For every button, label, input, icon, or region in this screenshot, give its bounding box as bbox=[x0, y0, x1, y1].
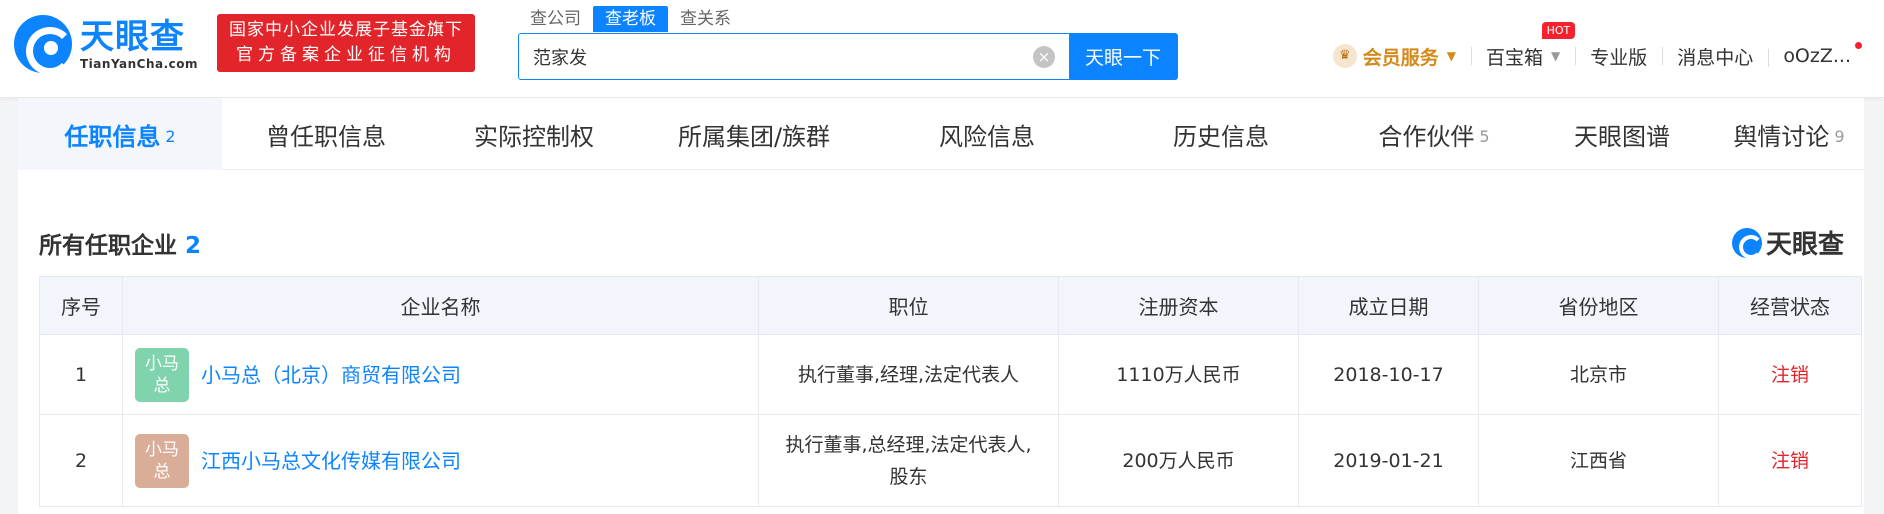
company-link[interactable]: 小马总（北京）商贸有限公司 bbox=[201, 359, 461, 391]
avatar-text: 总 bbox=[153, 461, 171, 482]
pro-version-link[interactable]: 专业版 bbox=[1575, 43, 1662, 70]
founded-date-cell: 2019-01-21 bbox=[1298, 414, 1479, 507]
position-cell: 执行董事,总经理,法定代表人, 股东 bbox=[758, 414, 1059, 507]
logo-cn: 天眼查 bbox=[80, 17, 185, 57]
tab-label: 历史信息 bbox=[1173, 122, 1269, 151]
caret-down-icon: ▼ bbox=[1551, 49, 1561, 63]
status-cell: 注销 bbox=[1718, 334, 1862, 415]
search-type-tabs: 查公司 查老板 查关系 bbox=[518, 6, 743, 32]
top-nav: ♛ 会员服务 ▼ 百宝箱 ▼ HOT 专业版 消息中心 oOzZ... bbox=[1318, 21, 1866, 88]
notification-dot-icon bbox=[1855, 42, 1862, 49]
user-menu[interactable]: oOzZ... bbox=[1768, 42, 1866, 67]
table-header-row: 序号 企业名称 职位 注册资本 成立日期 省份地区 经营状态 bbox=[39, 276, 1862, 335]
gov-badge-line1: 国家中小企业发展子基金旗下 bbox=[229, 20, 463, 40]
status-cell: 注销 bbox=[1718, 414, 1862, 507]
vip-service-label: 会员服务 bbox=[1362, 46, 1439, 69]
positions-table: 序号 企业名称 职位 注册资本 成立日期 省份地区 经营状态 1 小马 总 小马… bbox=[39, 276, 1862, 507]
section-title-text: 所有任职企业 bbox=[39, 233, 177, 259]
column-header: 序号 bbox=[39, 276, 123, 335]
tab-count: 2 bbox=[165, 126, 176, 146]
table-row: 1 小马 总 小马总（北京）商贸有限公司 执行董事,经理,法定代表人 1110万… bbox=[39, 334, 1862, 415]
company-link[interactable]: 江西小马总文化传媒有限公司 bbox=[201, 445, 461, 477]
watermark-logo: 天眼查 bbox=[1731, 224, 1844, 261]
column-header: 成立日期 bbox=[1298, 276, 1479, 335]
region-cell: 北京市 bbox=[1478, 334, 1719, 415]
position-cell: 执行董事,经理,法定代表人 bbox=[758, 334, 1059, 415]
gov-badge[interactable]: 国家中小企业发展子基金旗下 官方备案企业征信机构 bbox=[217, 14, 475, 72]
tab-label: 曾任职信息 bbox=[266, 122, 386, 151]
avatar-text: 总 bbox=[153, 375, 171, 396]
row-index: 1 bbox=[39, 334, 123, 415]
capital-cell: 200万人民币 bbox=[1058, 414, 1299, 507]
capital-cell: 1110万人民币 bbox=[1058, 334, 1299, 415]
watermark-text: 天眼查 bbox=[1765, 230, 1844, 260]
tab-risk[interactable]: 风险信息 bbox=[870, 98, 1104, 170]
tab-label: 天眼图谱 bbox=[1574, 122, 1670, 151]
eye-logo-icon bbox=[1731, 227, 1763, 259]
avatar-text: 小马 bbox=[145, 439, 179, 460]
column-header: 经营状态 bbox=[1718, 276, 1862, 335]
tab-count: 9 bbox=[1834, 126, 1845, 146]
search-box: × 天眼一下 bbox=[518, 33, 1178, 80]
tab-history[interactable]: 历史信息 bbox=[1104, 98, 1338, 170]
content-panel: 所有任职企业 2 天眼查 序号 企业名称 职位 注册资本 成立日期 省份地区 经营… bbox=[18, 170, 1864, 514]
section-title: 所有任职企业 2 bbox=[39, 226, 201, 260]
clear-icon[interactable]: × bbox=[1033, 46, 1055, 68]
tab-label: 所属集团/族群 bbox=[677, 122, 831, 151]
tab-label: 任职信息 bbox=[64, 122, 161, 151]
tab-count: 5 bbox=[1479, 126, 1490, 146]
user-name: oOzZ... bbox=[1783, 45, 1851, 67]
vip-service-menu[interactable]: ♛ 会员服务 ▼ bbox=[1318, 43, 1471, 70]
table-row: 2 小马 总 江西小马总文化传媒有限公司 执行董事,总经理,法定代表人, 股东 … bbox=[39, 414, 1862, 507]
search-tab-company[interactable]: 查公司 bbox=[518, 6, 593, 32]
search-tab-relation[interactable]: 查关系 bbox=[668, 6, 743, 32]
company-name-cell: 小马 总 小马总（北京）商贸有限公司 bbox=[122, 334, 759, 415]
tab-label: 风险信息 bbox=[939, 122, 1035, 151]
top-header: 天眼查 TianYanCha.com 国家中小企业发展子基金旗下 官方备案企业征… bbox=[0, 0, 1884, 98]
logo-en: TianYanCha.com bbox=[80, 57, 199, 71]
tianyancha-logo[interactable]: 天眼查 TianYanCha.com bbox=[14, 14, 204, 75]
position-line: 股东 bbox=[889, 465, 928, 488]
gov-badge-line2: 官方备案企业征信机构 bbox=[236, 45, 456, 65]
company-avatar[interactable]: 小马 总 bbox=[135, 433, 189, 488]
hot-badge: HOT bbox=[1541, 21, 1576, 39]
company-name-cell: 小马 总 江西小马总文化传媒有限公司 bbox=[122, 414, 759, 507]
eye-logo-icon bbox=[14, 15, 74, 75]
founded-date-cell: 2018-10-17 bbox=[1298, 334, 1479, 415]
logo-text: 天眼查 TianYanCha.com bbox=[80, 17, 198, 71]
tab-actual-control[interactable]: 实际控制权 bbox=[430, 98, 638, 170]
column-header: 注册资本 bbox=[1058, 276, 1299, 335]
tab-partners[interactable]: 合作伙伴 5 bbox=[1338, 98, 1530, 170]
message-center-link[interactable]: 消息中心 bbox=[1662, 43, 1768, 70]
region-cell: 江西省 bbox=[1478, 414, 1719, 507]
avatar-text: 小马 bbox=[145, 353, 179, 374]
pro-version-label: 专业版 bbox=[1590, 46, 1648, 69]
person-info-tabs: 任职信息 2 曾任职信息 实际控制权 所属集团/族群 风险信息 历史信息 合作伙… bbox=[18, 98, 1864, 170]
baibaoxiang-menu[interactable]: 百宝箱 ▼ HOT bbox=[1471, 21, 1576, 70]
caret-down-icon: ▼ bbox=[1446, 49, 1457, 63]
tab-label: 舆情讨论 bbox=[1733, 122, 1830, 151]
message-center-label: 消息中心 bbox=[1677, 46, 1754, 69]
tab-label: 合作伙伴 bbox=[1378, 122, 1475, 151]
search-tab-boss[interactable]: 查老板 bbox=[593, 6, 668, 32]
company-avatar[interactable]: 小马 总 bbox=[135, 347, 189, 402]
tab-group[interactable]: 所属集团/族群 bbox=[638, 98, 870, 170]
tab-label: 实际控制权 bbox=[474, 122, 594, 151]
column-header: 省份地区 bbox=[1478, 276, 1719, 335]
column-header: 企业名称 bbox=[122, 276, 759, 335]
tab-public-opinion[interactable]: 舆情讨论 9 bbox=[1714, 98, 1864, 170]
column-header: 职位 bbox=[758, 276, 1059, 335]
tab-graph[interactable]: 天眼图谱 bbox=[1530, 98, 1714, 170]
position-line: 执行董事,总经理,法定代表人, bbox=[785, 433, 1032, 456]
crown-icon: ♛ bbox=[1332, 44, 1357, 68]
search-input[interactable] bbox=[519, 34, 1033, 79]
tab-current-positions[interactable]: 任职信息 2 bbox=[18, 98, 222, 170]
tab-former-positions[interactable]: 曾任职信息 bbox=[222, 98, 430, 170]
search-button[interactable]: 天眼一下 bbox=[1069, 34, 1177, 79]
section-count: 2 bbox=[185, 233, 202, 259]
baibaoxiang-label: 百宝箱 bbox=[1486, 46, 1544, 69]
row-index: 2 bbox=[39, 414, 123, 507]
